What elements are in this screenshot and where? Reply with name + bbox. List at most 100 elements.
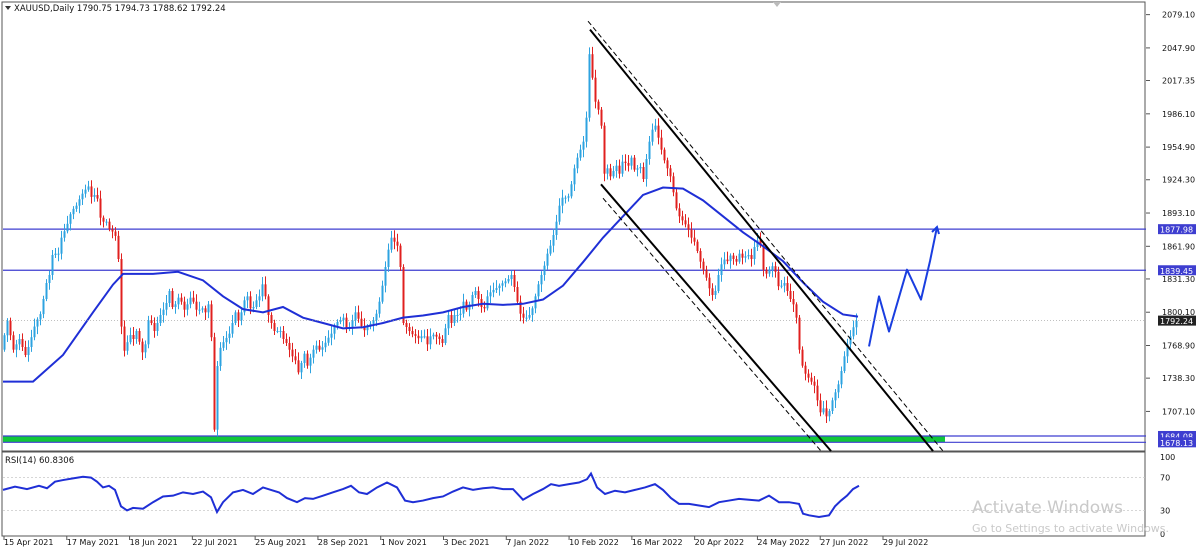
candle-body bbox=[492, 289, 495, 293]
candle-body bbox=[534, 296, 537, 309]
candle-body bbox=[243, 300, 246, 313]
candle-body bbox=[816, 385, 819, 401]
candle-body bbox=[510, 275, 513, 279]
candle-body bbox=[342, 317, 345, 321]
candle-body bbox=[306, 353, 309, 366]
candle-body bbox=[102, 217, 105, 222]
moving-average bbox=[3, 186, 859, 383]
candle-body bbox=[321, 347, 324, 350]
candle-body bbox=[834, 392, 837, 401]
candle-body bbox=[270, 315, 273, 323]
candle-body bbox=[516, 287, 519, 302]
candle-body bbox=[234, 312, 237, 323]
candle-body bbox=[276, 331, 279, 332]
candle-body bbox=[717, 275, 720, 291]
candle-body bbox=[114, 231, 117, 236]
candle-body bbox=[273, 323, 276, 331]
candle-body bbox=[630, 157, 633, 166]
candle-body bbox=[666, 160, 669, 169]
candle-body bbox=[585, 117, 588, 142]
candle-body bbox=[669, 168, 672, 177]
price-projection bbox=[868, 225, 940, 347]
candle-body bbox=[813, 381, 816, 386]
date-tick-label: 15 Apr 2021 bbox=[4, 538, 53, 547]
candle-body bbox=[744, 256, 747, 258]
candle-body bbox=[21, 339, 24, 347]
candle-body bbox=[798, 317, 801, 350]
candle-body bbox=[405, 323, 408, 327]
horizontal-levels bbox=[3, 228, 1146, 443]
candle-body bbox=[693, 237, 696, 242]
candle-body bbox=[18, 339, 21, 345]
candle-body bbox=[588, 54, 591, 118]
candle-body bbox=[642, 167, 645, 179]
candle-body bbox=[108, 221, 111, 230]
candle-body bbox=[9, 320, 12, 336]
candle-body bbox=[477, 291, 480, 299]
candle-body bbox=[498, 285, 501, 289]
candle-body bbox=[267, 296, 270, 315]
date-tick-label: 22 Jul 2021 bbox=[192, 538, 237, 547]
price-tick-label: 1707.10 bbox=[1162, 407, 1195, 416]
candle-body bbox=[765, 269, 768, 274]
candle-body bbox=[213, 337, 216, 430]
watermark-title: Activate Windows bbox=[972, 498, 1123, 518]
candle-body bbox=[282, 331, 285, 339]
candle-body bbox=[732, 255, 735, 259]
candle-body bbox=[558, 205, 561, 222]
candle-body bbox=[600, 109, 603, 126]
candle-body bbox=[651, 129, 654, 142]
candle-body bbox=[390, 237, 393, 250]
candle-body bbox=[753, 247, 756, 259]
candle-body bbox=[768, 269, 771, 274]
price-axis: 2079.10 2047.90 2017.35 1986.10 1954.90 1924.… bbox=[3, 11, 1196, 416]
candle-body bbox=[147, 320, 150, 345]
price-tick-label: 1831.30 bbox=[1162, 275, 1195, 284]
candle-body bbox=[195, 301, 198, 310]
candle-body bbox=[675, 192, 678, 209]
candle-body bbox=[783, 283, 786, 286]
candle-body bbox=[741, 253, 744, 258]
price-tick-label: 1986.10 bbox=[1162, 110, 1195, 119]
candle-body bbox=[474, 291, 477, 295]
price-tick-label: 2017.35 bbox=[1162, 76, 1195, 85]
candle-body bbox=[141, 341, 144, 353]
candle-body bbox=[261, 284, 264, 297]
candle-body bbox=[489, 292, 492, 297]
candle-body bbox=[414, 334, 417, 336]
candle-body bbox=[126, 342, 129, 351]
candle-body bbox=[3, 335, 6, 350]
candle-body bbox=[555, 221, 558, 235]
candle-body bbox=[531, 308, 534, 315]
moving-average-line bbox=[3, 186, 859, 383]
chart-shift-icon[interactable] bbox=[773, 2, 781, 7]
candle-body bbox=[129, 335, 132, 343]
candle-body bbox=[807, 373, 810, 378]
trend-channel bbox=[587, 20, 944, 452]
candle-body bbox=[231, 323, 234, 334]
candle-body bbox=[354, 312, 357, 321]
candle-body bbox=[159, 315, 162, 323]
candle-body bbox=[27, 347, 30, 355]
candle-body bbox=[729, 255, 732, 262]
candle-body bbox=[435, 334, 438, 337]
candle-body bbox=[789, 291, 792, 299]
candle-body bbox=[606, 168, 609, 174]
candle-body bbox=[690, 229, 693, 238]
date-tick-label: 25 Aug 2021 bbox=[255, 538, 306, 547]
candle-body bbox=[288, 343, 291, 350]
candle-body bbox=[174, 304, 177, 307]
candle-body bbox=[723, 259, 726, 265]
candle-body bbox=[627, 163, 630, 166]
price-tick-label: 1861.90 bbox=[1162, 242, 1195, 251]
candle-body bbox=[216, 366, 219, 430]
candle-body bbox=[177, 297, 180, 305]
level-label: 1678.13 bbox=[1160, 439, 1193, 448]
chart-menu-triangle-icon[interactable] bbox=[5, 6, 11, 10]
support-zone bbox=[3, 435, 945, 443]
candle-body bbox=[432, 334, 435, 337]
candle-body bbox=[663, 149, 666, 161]
main-chart-frame bbox=[1, 1, 1146, 452]
date-tick-label: 27 Jun 2022 bbox=[820, 538, 868, 547]
date-tick-label: 17 May 2021 bbox=[67, 538, 119, 547]
